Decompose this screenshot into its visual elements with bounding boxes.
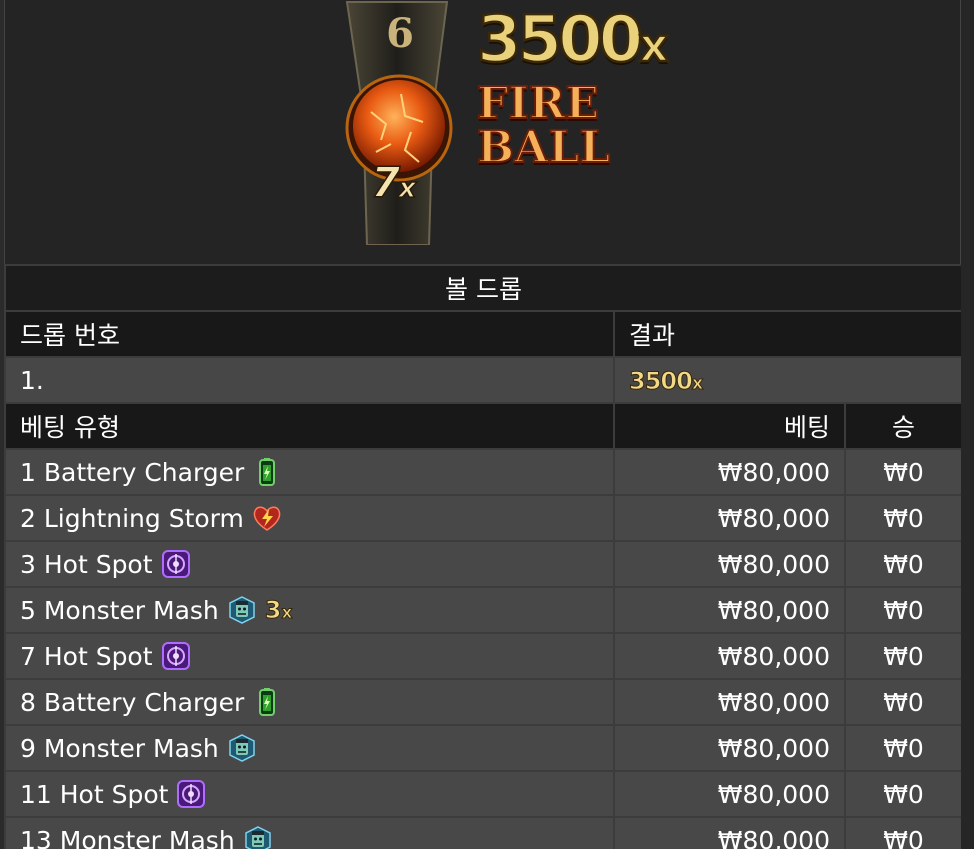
bet-type-cell: 1 Battery Charger [4,448,615,496]
win-amount-cell: ₩0 [843,678,964,726]
fireball-title: FIRE BALL [476,78,611,173]
bet-type-cell: 9 Monster Mash [4,724,615,772]
win-amount-cell: ₩0 [843,540,964,588]
bet-type-label: 5 Monster Mash [20,595,219,625]
bet-type-cell: 13 Monster Mash [4,816,615,849]
bet-type: 3 Hot Spot [20,549,191,579]
bet-type-label: 11 Hot Spot [20,779,169,809]
bet-row: 8 Battery Charger ₩80,000 ₩0 [4,678,964,726]
header-bet: 베팅 [613,402,846,450]
bet-row: 7 Hot Spot ₩80,000 ₩0 [4,632,964,680]
win-amount-cell: ₩0 [843,448,964,496]
bet-type: 1 Battery Charger [20,457,282,487]
hot-spot-icon [161,641,191,671]
bet-header-row: 베팅 유형 베팅 승 [4,402,964,450]
bet-type: 2 Lightning Storm [20,503,282,533]
bet-multiplier: 3x [264,596,293,625]
bet-type-label: 1 Battery Charger [20,457,245,487]
bet-row: 3 Hot Spot ₩80,000 ₩0 [4,540,964,588]
bet-type: 9 Monster Mash [20,733,257,763]
bet-type-label: 3 Hot Spot [20,549,153,579]
hot-spot-icon [176,779,206,809]
monster-mash-icon [227,733,257,763]
win-amount-cell: ₩0 [843,816,964,849]
bet-type: 13 Monster Mash [20,825,273,849]
bet-amount-cell: ₩80,000 [613,494,846,542]
bet-amount-cell: ₩80,000 [613,586,846,634]
drop-number: 6 [386,10,414,57]
bet-type-cell: 8 Battery Charger [4,678,615,726]
bet-type-label: 2 Lightning Storm [20,503,244,533]
win-amount-cell: ₩0 [843,632,964,680]
bet-type-label: 13 Monster Mash [20,825,235,849]
monster-mash-icon [243,825,273,849]
drop-result-multiplier: 3500x [629,366,704,395]
bet-type: 7 Hot Spot [20,641,191,671]
battery-icon [252,687,282,717]
bet-amount-cell: ₩80,000 [613,724,846,772]
bet-row: 2 Lightning Storm ₩80,000 ₩0 [4,494,964,542]
bet-amount-cell: ₩80,000 [613,632,846,680]
header-win: 승 [843,402,964,450]
bet-amount-cell: ₩80,000 [613,770,846,818]
battery-icon [252,457,282,487]
bet-type: 8 Battery Charger [20,687,282,717]
bet-amount-cell: ₩80,000 [613,448,846,496]
bet-type-cell: 11 Hot Spot [4,770,615,818]
bet-row: 11 Hot Spot ₩80,000 ₩0 [4,770,964,818]
win-amount-cell: ₩0 [843,494,964,542]
header-result: 결과 [612,310,964,358]
drop-number-cell: 1. [4,356,615,404]
monster-mash-icon [227,595,257,625]
table-title: 볼 드롭 [3,264,964,312]
win-amount-cell: ₩0 [843,770,964,818]
bet-type-cell: 3 Hot Spot [4,540,615,588]
bet-type-cell: 7 Hot Spot [4,632,615,680]
header-drop-number: 드롭 번호 [4,310,615,358]
ball-drop-table: 볼 드롭 드롭 번호 결과 1. 3500x 베팅 유형 베팅 승 1 Batt… [3,264,964,849]
bet-type: 11 Hot Spot [20,779,206,809]
win-amount-cell: ₩0 [843,724,964,772]
bet-amount-cell: ₩80,000 [613,678,846,726]
fireball-title-line2: BALL [476,122,611,173]
bet-row: 13 Monster Mash ₩80,000 ₩0 [4,816,964,849]
header-bet-type: 베팅 유형 [4,402,615,450]
bet-amount-cell: ₩80,000 [613,540,846,588]
hot-spot-icon [161,549,191,579]
bet-type-label: 8 Battery Charger [20,687,245,717]
right-edge [961,0,974,849]
lightning-storm-icon [252,503,282,533]
bet-row: 1 Battery Charger ₩80,000 ₩0 [4,448,964,496]
total-multiplier: 3500x [476,2,670,79]
ball-multiplier: 7x [370,157,417,208]
result-hero: 6 7x 3500x FIRE BALL [4,0,961,264]
bet-type-cell: 2 Lightning Storm [4,494,615,542]
drop-header-row: 드롭 번호 결과 [4,310,964,358]
bet-row: 9 Monster Mash ₩80,000 ₩0 [4,724,964,772]
bet-type-cell: 5 Monster Mash 3x [4,586,615,634]
bet-row: 5 Monster Mash 3x ₩80,000 ₩0 [4,586,964,634]
bet-type-label: 9 Monster Mash [20,733,219,763]
fireball-title-line1: FIRE [476,78,600,129]
bet-type-label: 7 Hot Spot [20,641,153,671]
bet-type: 5 Monster Mash 3x [20,595,293,625]
win-amount-cell: ₩0 [843,586,964,634]
bet-amount-cell: ₩80,000 [613,816,846,849]
table-title-row: 볼 드롭 [3,264,964,312]
drop-result-cell: 3500x [612,356,964,404]
drop-row: 1. 3500x [4,356,964,404]
